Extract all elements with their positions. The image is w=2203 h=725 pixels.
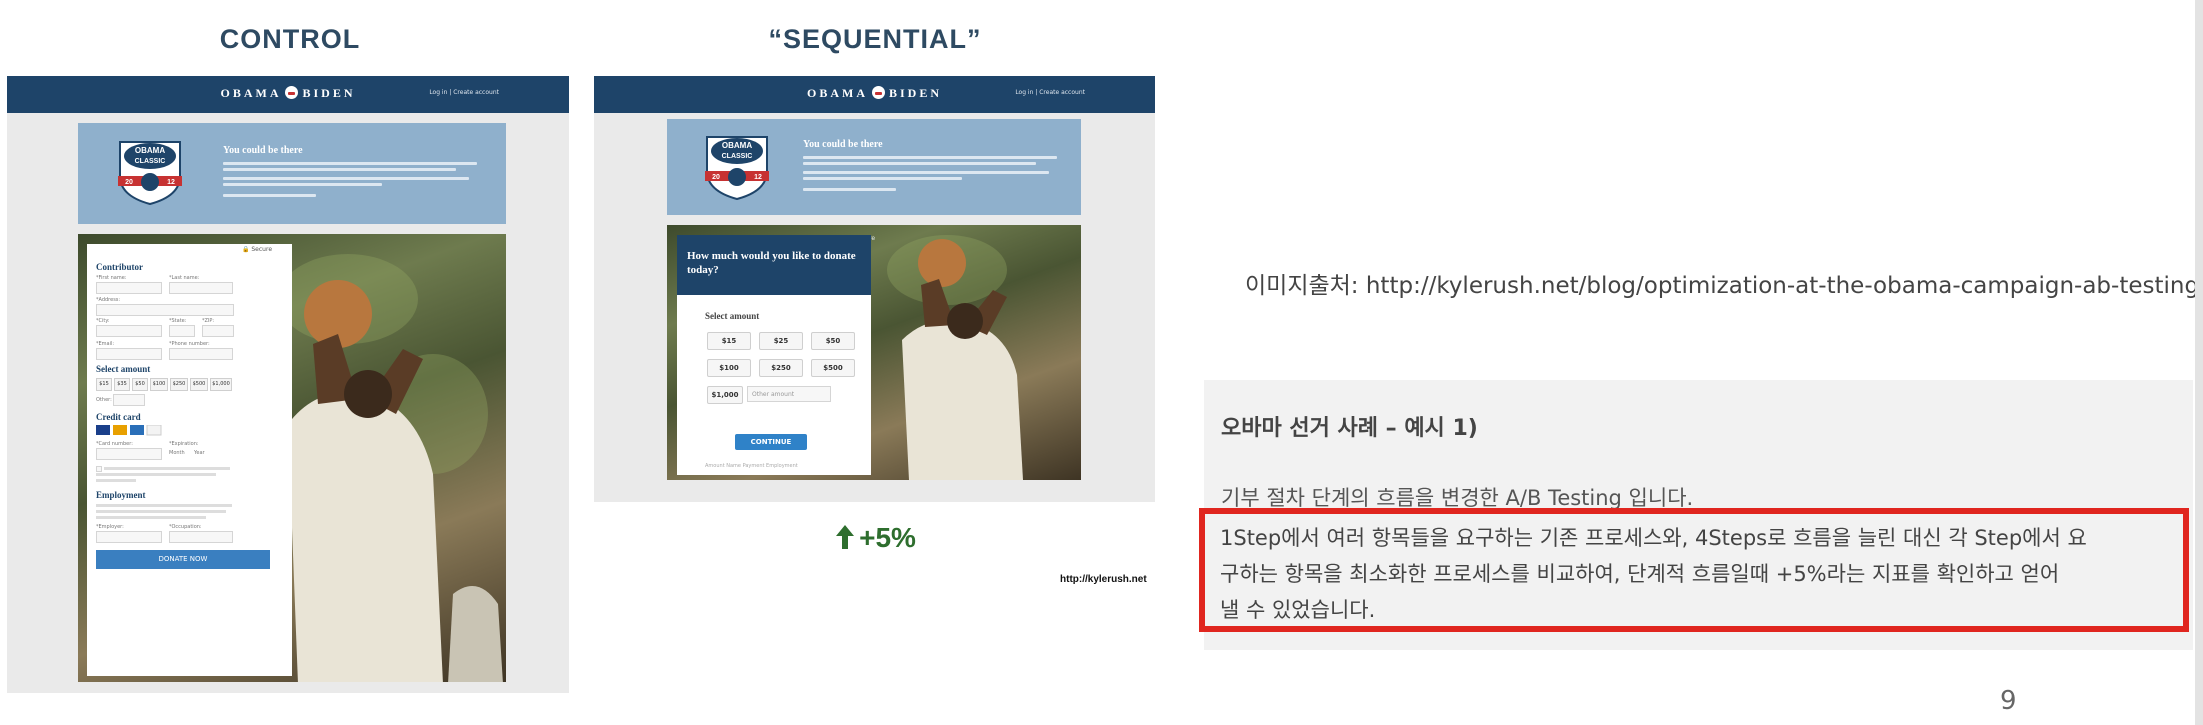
control-screenshot: OBAMA BIDEN Log in | Create account OBAMA… <box>7 76 569 693</box>
employer-field[interactable] <box>96 531 162 543</box>
obama-logo-icon <box>285 86 299 99</box>
contributor-heading: Contributor <box>96 262 143 272</box>
amount-button[interactable]: $25 <box>759 332 803 350</box>
image-source-caption: 이미지출처: http://kylerush.net/blog/optimiza… <box>1245 273 2203 299</box>
svg-text:20: 20 <box>125 179 133 186</box>
obama-classic-badge-icon: OBAMA CLASSIC 20 12 <box>118 141 182 206</box>
svg-text:20: 20 <box>712 174 720 181</box>
basketball-photo: 🔒 Secure Contributor *First name: *Last … <box>78 234 506 682</box>
monthly-checkbox[interactable] <box>96 466 102 472</box>
card-number-field[interactable] <box>96 448 162 460</box>
amount-button[interactable]: $250 <box>170 378 188 391</box>
control-nav-bar: OBAMA BIDEN Log in | Create account <box>7 76 569 113</box>
case-study-title: 오바마 선거 사례 – 예시 1) <box>1221 416 1478 441</box>
phone-field[interactable] <box>169 348 233 360</box>
sequential-donation-form: How much would you like to donate today?… <box>677 235 871 475</box>
amount-button[interactable]: $500 <box>811 359 855 377</box>
amount-button[interactable]: $100 <box>707 359 751 377</box>
select-amount-heading: Select amount <box>96 364 151 374</box>
amount-button[interactable]: $50 <box>132 378 148 391</box>
amount-button[interactable]: $1,000 <box>210 378 232 391</box>
email-field[interactable] <box>96 348 162 360</box>
highlight-box: 1Step에서 여러 항목들을 요구하는 기존 프로세스와, 4Steps로 흐… <box>1199 508 2189 632</box>
amount-button[interactable]: $500 <box>190 378 208 391</box>
svg-text:OBAMA: OBAMA <box>722 141 752 150</box>
other-amount-field[interactable] <box>113 394 145 406</box>
obama-classic-badge-icon: OBAMA CLASSIC 20 12 <box>705 136 769 201</box>
svg-text:12: 12 <box>167 179 175 186</box>
page-number: 9 <box>2000 686 2017 716</box>
sequential-banner: OBAMA CLASSIC 20 12 You could be there <box>667 119 1081 215</box>
obama-logo-icon <box>871 86 885 99</box>
banner-text: You could be there <box>223 145 488 200</box>
occupation-field[interactable] <box>169 531 233 543</box>
amount-button[interactable]: $1,000 <box>707 386 743 404</box>
amount-button[interactable]: $15 <box>96 378 112 391</box>
city-field[interactable] <box>96 325 162 337</box>
sequential-screenshot: OBAMA BIDEN Log in | Create account OBAMA… <box>594 76 1155 502</box>
svg-text:CLASSIC: CLASSIC <box>135 158 166 165</box>
svg-text:12: 12 <box>754 174 762 181</box>
arrow-up-icon <box>836 525 854 549</box>
amount-button[interactable]: $50 <box>811 332 855 350</box>
sequential-title: “SEQUENTIAL” <box>768 24 982 54</box>
continue-button[interactable]: CONTINUE <box>735 434 807 450</box>
banner-text: You could be there <box>803 139 1068 194</box>
last-name-field[interactable] <box>169 282 233 294</box>
svg-text:OBAMA: OBAMA <box>135 146 165 155</box>
card-logos-icon <box>96 425 162 436</box>
control-donation-form: 🔒 Secure Contributor *First name: *Last … <box>87 244 292 676</box>
amount-button[interactable]: $35 <box>114 378 130 391</box>
address-field[interactable] <box>96 304 234 316</box>
first-name-field[interactable] <box>96 282 162 294</box>
control-banner: OBAMA CLASSIC 20 12 You could be there <box>78 123 506 224</box>
highlight-text: 1Step에서 여러 항목들을 요구하는 기존 프로세스와, 4Steps로 흐… <box>1220 526 2087 622</box>
player-figure <box>902 239 1023 480</box>
nav-links[interactable]: Log in | Create account <box>1015 89 1085 96</box>
credit-card-heading: Credit card <box>96 412 141 422</box>
donate-now-button[interactable]: DONATE NOW <box>96 550 270 569</box>
source-caption-small: http://kylerush.net <box>1060 574 1147 585</box>
right-edge-bar <box>2195 0 2203 725</box>
lift-value: +5% <box>859 522 916 553</box>
donation-question: How much would you like to donate today? <box>677 235 871 295</box>
control-title: CONTROL <box>219 24 361 54</box>
select-amount-heading: Select amount <box>705 311 760 321</box>
amount-button[interactable]: $15 <box>707 332 751 350</box>
sequential-nav-bar: OBAMA BIDEN Log in | Create account <box>594 76 1155 113</box>
state-select[interactable] <box>169 325 195 337</box>
svg-text:CLASSIC: CLASSIC <box>722 153 753 160</box>
secure-label: 🔒 Secure <box>242 246 273 253</box>
amount-button[interactable]: $250 <box>759 359 803 377</box>
amount-button[interactable]: $100 <box>150 378 168 391</box>
other-amount-field[interactable]: Other amount <box>747 386 831 402</box>
basketball-photo: 🔒 Secure How much would you like to dona… <box>667 225 1081 480</box>
nav-links[interactable]: Log in | Create account <box>429 89 499 96</box>
zip-field[interactable] <box>202 325 234 337</box>
lift-indicator: +5% <box>836 522 916 554</box>
employment-heading: Employment <box>96 490 146 500</box>
step-tabs[interactable]: Amount Name Payment Employment <box>705 463 798 469</box>
